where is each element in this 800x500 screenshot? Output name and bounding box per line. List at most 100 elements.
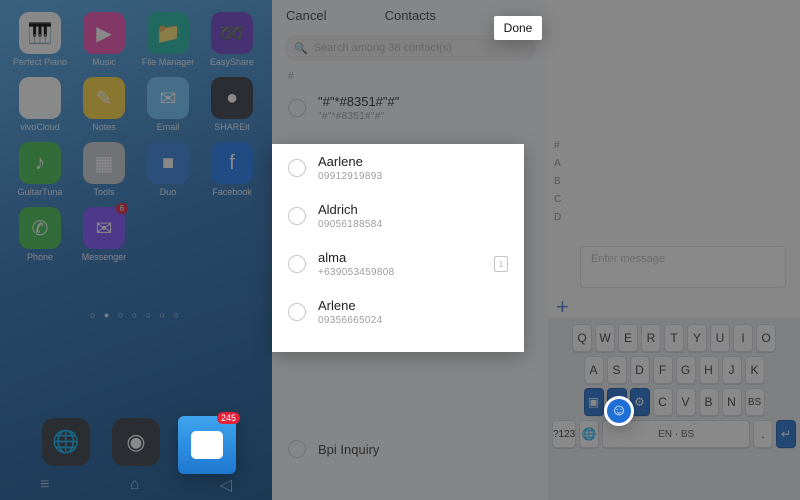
app-tools[interactable]: ▦Tools <box>72 142 136 197</box>
key-t[interactable]: T <box>664 324 684 352</box>
app-facebook[interactable]: fFacebook <box>200 142 264 197</box>
app-file-manager[interactable]: 📁File Manager <box>136 12 200 67</box>
contacts-title: Contacts <box>326 8 494 23</box>
dock-messages[interactable]: 245 <box>178 416 236 474</box>
app-guitartuna[interactable]: ♪ GuitarTuna <box>8 142 72 197</box>
done-button[interactable]: Done <box>494 16 542 40</box>
notification-badge: 245 <box>217 412 240 424</box>
app-label: vivoCloud <box>20 122 60 132</box>
radio-unchecked[interactable] <box>288 303 306 321</box>
app-label: SHAREit <box>214 122 250 132</box>
key-j[interactable]: J <box>722 356 742 384</box>
phone-icon: ✆ <box>19 207 61 249</box>
link-icon: ➿ <box>211 12 253 54</box>
key-v[interactable]: V <box>676 388 696 416</box>
contact-row[interactable]: alma +639053459808 1 <box>272 240 524 288</box>
cancel-button[interactable]: Cancel <box>286 8 326 23</box>
key-b[interactable]: B <box>699 388 719 416</box>
compose-panel: # A B C D Enter message + Q W E R T Y U … <box>548 0 800 500</box>
key-a[interactable]: A <box>584 356 604 384</box>
folder-icon: 📁 <box>147 12 189 54</box>
key-i[interactable]: I <box>733 324 753 352</box>
message-input[interactable]: Enter message <box>580 246 786 288</box>
radio-unchecked[interactable] <box>288 207 306 225</box>
radio-unchecked[interactable] <box>288 99 306 117</box>
share-icon: ● <box>211 77 253 119</box>
kb-row-2: A S D F G H J K <box>552 356 796 384</box>
key-w[interactable]: W <box>595 324 615 352</box>
app-phone[interactable]: ✆ Phone <box>8 207 72 262</box>
key-backspace[interactable]: BS <box>745 388 765 416</box>
key-u[interactable]: U <box>710 324 730 352</box>
app-duo[interactable]: ■ Duo <box>136 142 200 197</box>
app-label: Phone <box>27 252 53 262</box>
dock-browser[interactable]: 🌐 <box>42 418 90 466</box>
contact-name: Bpi Inquiry <box>318 442 532 457</box>
nav-home[interactable]: ⌂ <box>130 476 140 494</box>
index-letter[interactable]: # <box>554 140 561 151</box>
app-music[interactable]: ▶Music <box>72 12 136 67</box>
kb-row-3: ▣ ⚙ C V B N BS <box>552 388 796 416</box>
contact-name: Arlene <box>318 298 508 313</box>
key-symbols[interactable]: ?123 <box>552 420 576 448</box>
index-letter[interactable]: C <box>554 194 561 205</box>
contact-special[interactable]: "#"*#8351#"#" "#"*#8351#"#" <box>272 84 548 132</box>
key-f[interactable]: F <box>653 356 673 384</box>
video-icon: ■ <box>147 142 189 184</box>
key-g[interactable]: G <box>676 356 696 384</box>
app-label: Notes <box>92 122 116 132</box>
radio-unchecked[interactable] <box>288 440 306 458</box>
key-period[interactable]: . <box>753 420 773 448</box>
key-s[interactable]: S <box>607 356 627 384</box>
contact-row[interactable]: Aldrich 09056188584 <box>272 192 524 240</box>
dock-camera[interactable]: ◉ <box>112 418 160 466</box>
key-h[interactable]: H <box>699 356 719 384</box>
key-q[interactable]: Q <box>572 324 592 352</box>
contact-row[interactable]: Bpi Inquiry <box>272 430 548 468</box>
nav-back[interactable]: ◁ <box>220 475 232 495</box>
messages-icon <box>191 431 223 459</box>
contacts-highlight: Aarlene 09912919893 Aldrich 09056188584 … <box>272 144 524 352</box>
app-shareit[interactable]: ● SHAREit <box>200 77 264 132</box>
notification-badge: 6 <box>116 203 128 214</box>
key-enter[interactable]: ↵ <box>776 420 796 448</box>
alpha-index[interactable]: # A B C D <box>548 140 561 223</box>
contact-row[interactable]: Aarlene 09912919893 <box>272 144 524 192</box>
virtual-keyboard: Q W E R T Y U I O A S D F G H J K ▣ ⚙ C … <box>548 318 800 500</box>
contact-row[interactable]: Arlene 09356665024 <box>272 288 524 336</box>
app-label: Facebook <box>212 187 252 197</box>
app-vivocloud[interactable]: ☁vivoCloud <box>8 77 72 132</box>
app-label: Messenger <box>82 252 127 262</box>
nav-recents[interactable]: ≡ <box>40 476 49 494</box>
key-r[interactable]: R <box>641 324 661 352</box>
app-email[interactable]: ✉Email <box>136 77 200 132</box>
app-perfect-piano[interactable]: 🎹Perfect Piano <box>8 12 72 67</box>
add-attachment-button[interactable]: + <box>556 294 569 320</box>
index-letter[interactable]: A <box>554 158 561 169</box>
key-o[interactable]: O <box>756 324 776 352</box>
app-messenger[interactable]: ✉6Messenger <box>72 207 136 262</box>
key-e[interactable]: E <box>618 324 638 352</box>
key-k[interactable]: K <box>745 356 765 384</box>
emoji-key[interactable]: ☺ <box>604 396 634 426</box>
index-letter[interactable]: D <box>554 212 561 223</box>
key-y[interactable]: Y <box>687 324 707 352</box>
key-n[interactable]: N <box>722 388 742 416</box>
key-globe[interactable]: 🌐 <box>579 420 599 448</box>
navigation-bar: ≡ ⌂ ◁ <box>0 470 272 500</box>
radio-unchecked[interactable] <box>288 159 306 177</box>
key-c[interactable]: C <box>653 388 673 416</box>
kb-row-4: ?123 🌐 EN · BS . ↵ <box>552 420 796 448</box>
sim-icon: 1 <box>494 256 508 272</box>
app-grid: 🎹Perfect Piano ▶Music 📁File Manager ➿Eas… <box>0 0 272 272</box>
index-letter[interactable]: B <box>554 176 561 187</box>
radio-unchecked[interactable] <box>288 255 306 273</box>
app-notes[interactable]: ✎Notes <box>72 77 136 132</box>
app-label: GuitarTuna <box>18 187 63 197</box>
app-label: Duo <box>160 187 177 197</box>
note-icon: ♪ <box>19 142 61 184</box>
key-d[interactable]: D <box>630 356 650 384</box>
app-easyshare[interactable]: ➿EasyShare <box>200 12 264 67</box>
contact-number: +639053459808 <box>318 267 482 278</box>
key-gif[interactable]: ▣ <box>584 388 604 416</box>
